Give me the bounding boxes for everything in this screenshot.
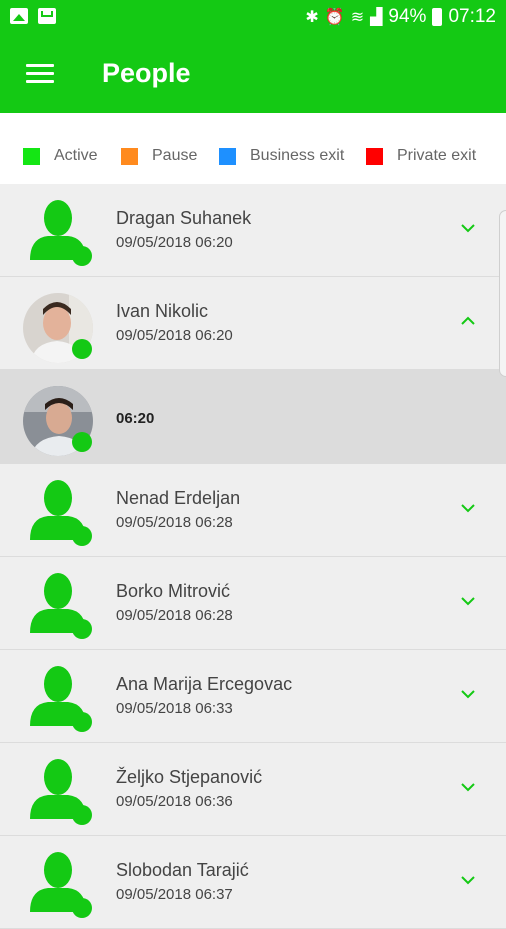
person-name: Slobodan Tarajić: [116, 860, 249, 880]
clock: 07:12: [448, 6, 496, 27]
alarm-icon: ⏰: [324, 9, 345, 26]
status-dot: [72, 712, 92, 732]
person-datetime: 09/05/2018 06:33: [116, 700, 233, 717]
chevron-down-icon[interactable]: [460, 593, 476, 609]
status-dot: [72, 432, 92, 452]
status-dot: [72, 898, 92, 918]
person-datetime: 09/05/2018 06:20: [116, 234, 233, 251]
list-item[interactable]: Ana Marija Ercegovac 09/05/2018 06:33: [0, 650, 506, 743]
wifi-icon: ≋: [350, 9, 365, 26]
status-dot: [72, 526, 92, 546]
avatar: [22, 757, 94, 825]
avatar: [22, 664, 94, 732]
mail-icon: [38, 8, 56, 24]
person-name: Željko Stjepanović: [116, 767, 263, 787]
legend-item-private-exit: Private exit: [366, 147, 476, 165]
avatar: [22, 198, 94, 266]
status-dot: [72, 246, 92, 266]
scroll-handle[interactable]: [499, 210, 506, 377]
legend-label: Business exit: [250, 147, 345, 164]
person-datetime: 09/05/2018 06:28: [116, 514, 233, 531]
status-dot: [72, 805, 92, 825]
app-bar: People: [0, 34, 506, 113]
legend-label: Private exit: [397, 147, 477, 164]
list-item[interactable]: Dragan Suhanek 09/05/2018 06:20: [0, 184, 506, 277]
hamburger-menu-icon[interactable]: [26, 64, 54, 84]
person-name: Nenad Erdeljan: [116, 488, 241, 508]
person-datetime: 09/05/2018 06:37: [116, 886, 233, 903]
avatar: [22, 384, 94, 456]
page-title: People: [102, 58, 191, 88]
chevron-down-icon[interactable]: [460, 500, 476, 516]
signal-icon: ▟: [370, 9, 383, 26]
private-exit-swatch: [366, 147, 383, 165]
person-name: Ivan Nikolic: [116, 301, 209, 321]
battery-icon: [432, 8, 443, 26]
battery-level: 94%: [388, 6, 427, 27]
person-name: Ana Marija Ercegovac: [116, 674, 293, 694]
legend-item-business-exit: Business exit: [219, 147, 344, 165]
avatar: [22, 478, 94, 546]
person-datetime: 09/05/2018 06:20: [116, 327, 233, 344]
list-item[interactable]: Ivan Nikolic 09/05/2018 06:20: [0, 277, 506, 370]
avatar: [22, 571, 94, 639]
avatar: [22, 291, 94, 363]
pause-swatch: [121, 147, 138, 165]
legend-label: Pause: [152, 147, 198, 164]
chevron-down-icon[interactable]: [460, 220, 476, 236]
chevron-down-icon[interactable]: [460, 779, 476, 795]
chevron-up-icon[interactable]: [460, 313, 476, 329]
person-name: Dragan Suhanek: [116, 208, 252, 228]
bluetooth-icon: ✱: [305, 9, 319, 26]
avatar: [22, 850, 94, 918]
active-swatch: [23, 147, 40, 165]
status-dot: [72, 339, 92, 359]
expanded-entry: 06:20: [0, 370, 506, 464]
entry-time: 06:20: [116, 410, 155, 427]
business-exit-swatch: [219, 147, 236, 165]
person-datetime: 09/05/2018 06:36: [116, 793, 233, 810]
list-item[interactable]: Slobodan Tarajić 09/05/2018 06:37: [0, 836, 506, 929]
person-name: Borko Mitrović: [116, 581, 231, 601]
status-bar: ✱ ⏰ ≋ ▟ 94% 07:12: [0, 0, 506, 34]
chevron-down-icon[interactable]: [460, 686, 476, 702]
status-dot: [72, 619, 92, 639]
legend-item-pause: Pause: [121, 147, 197, 165]
legend-item-active: Active: [23, 147, 98, 165]
list-item[interactable]: Željko Stjepanović 09/05/2018 06:36: [0, 743, 506, 836]
status-legend: Active Pause Business exit Private exit: [0, 113, 506, 184]
person-datetime: 09/05/2018 06:28: [116, 607, 233, 624]
list-item[interactable]: Borko Mitrović 09/05/2018 06:28: [0, 557, 506, 650]
legend-label: Active: [54, 147, 98, 164]
people-list: Dragan Suhanek 09/05/2018 06:20 Ivan Nik…: [0, 184, 506, 929]
chevron-down-icon[interactable]: [460, 872, 476, 888]
image-icon: [10, 8, 28, 24]
list-item[interactable]: Nenad Erdeljan 09/05/2018 06:28: [0, 464, 506, 557]
